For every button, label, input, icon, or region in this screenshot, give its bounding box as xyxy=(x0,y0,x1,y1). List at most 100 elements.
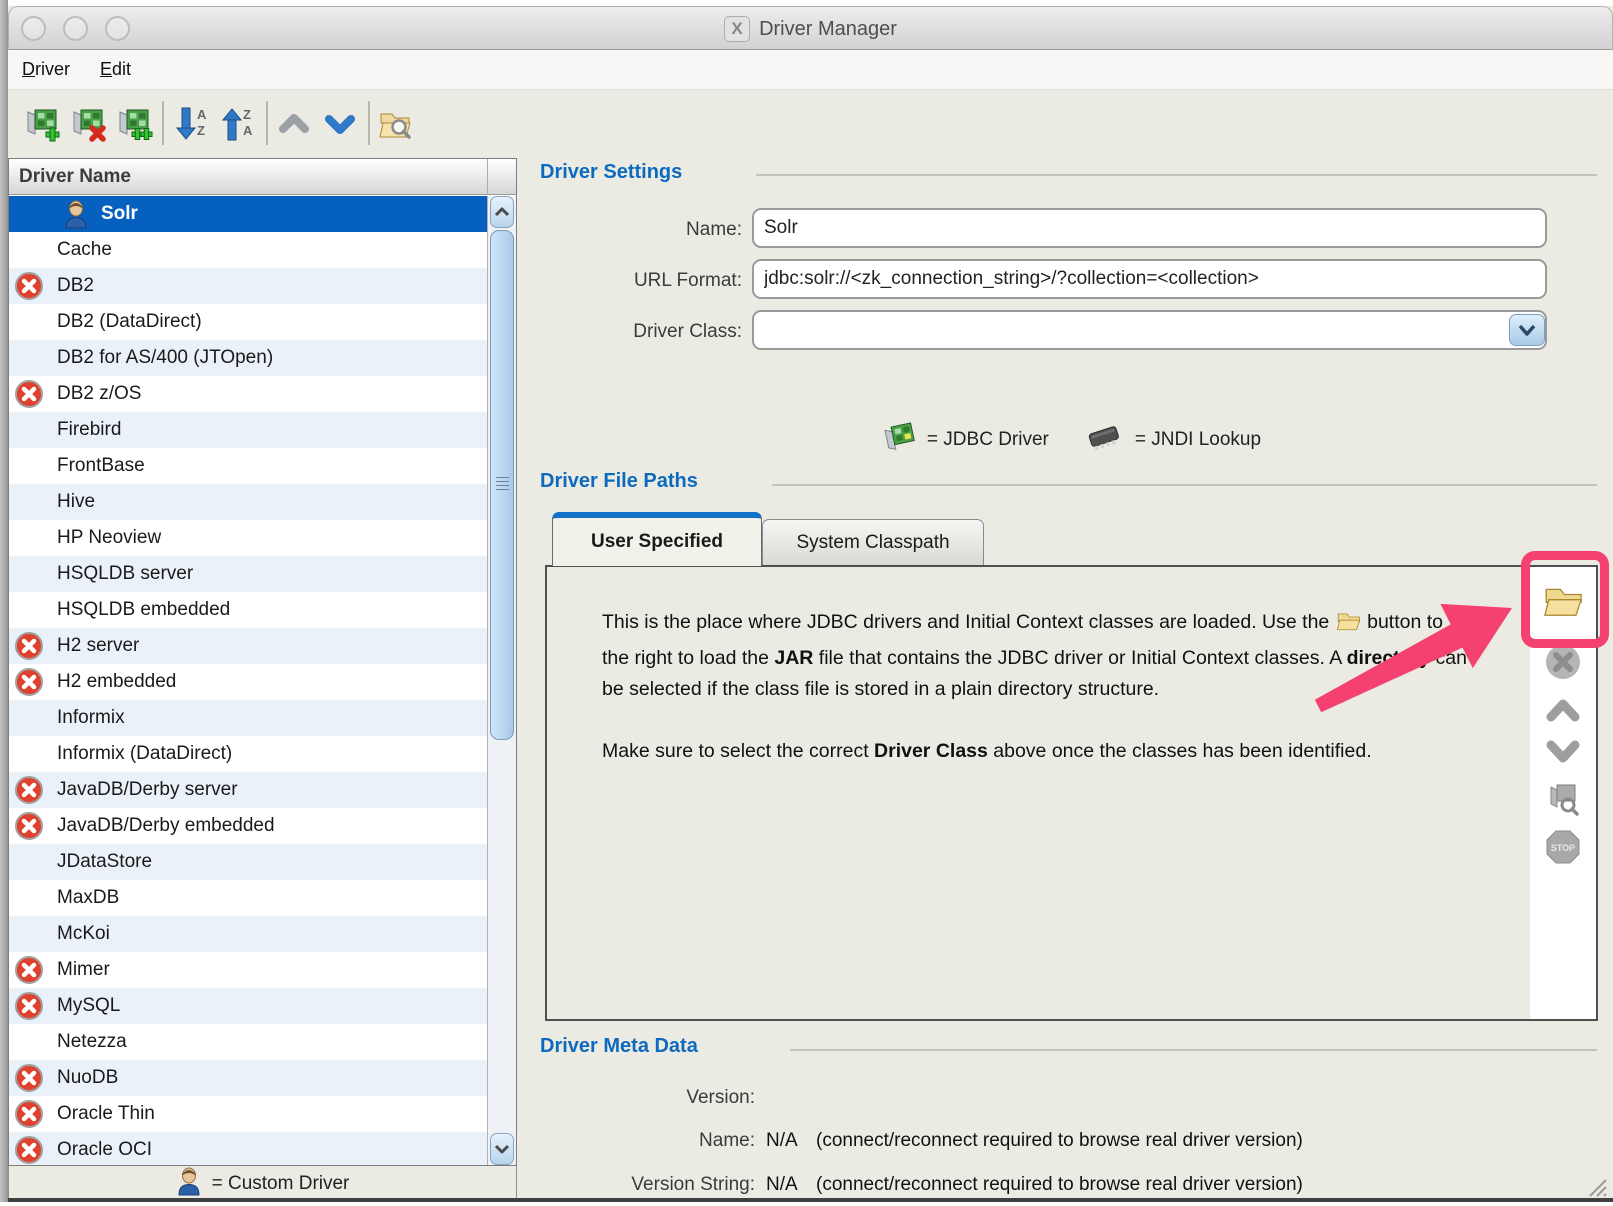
app-window-icon: X xyxy=(724,16,750,42)
driver-name-label: Informix (DataDirect) xyxy=(57,743,232,765)
chevron-down-icon xyxy=(494,1144,510,1154)
menu-edit[interactable]: Edit xyxy=(100,59,131,80)
custom-driver-icon xyxy=(176,1166,202,1202)
copy-driver-button[interactable] xyxy=(114,102,154,146)
url-format-input[interactable] xyxy=(752,259,1547,299)
list-item[interactable]: Firebird xyxy=(9,412,487,448)
driver-class-combo[interactable] xyxy=(752,310,1547,350)
list-item[interactable]: Netezza xyxy=(9,1024,487,1060)
sort-ascending-icon: A Z xyxy=(172,104,212,144)
driver-list-scrollbar[interactable] xyxy=(487,196,516,1165)
list-item[interactable]: JDataStore xyxy=(9,844,487,880)
driver-name-label: MySQL xyxy=(57,995,120,1017)
scroll-down-button[interactable] xyxy=(490,1133,514,1165)
driver-name-label: Hive xyxy=(57,491,95,513)
window-resize-grip[interactable] xyxy=(1584,1174,1608,1198)
scrollbar-header-corner xyxy=(487,159,516,195)
list-item[interactable]: HSQLDB embedded xyxy=(9,592,487,628)
driver-class-dropdown-button[interactable] xyxy=(1509,314,1545,346)
svg-text:Z: Z xyxy=(197,123,205,138)
list-item[interactable]: Informix xyxy=(9,700,487,736)
find-driver-button[interactable] xyxy=(376,102,416,146)
jndi-lookup-icon xyxy=(1083,423,1125,457)
error-icon xyxy=(14,1135,44,1165)
move-path-down-button[interactable] xyxy=(1541,731,1585,775)
desktop-background xyxy=(0,1202,1613,1206)
title-bar[interactable]: X Driver Manager xyxy=(8,6,1613,50)
list-item[interactable]: Oracle OCI xyxy=(9,1132,487,1165)
driver-manager-window: X Driver Manager Driver Edit xyxy=(0,0,1613,1206)
driver-name-label: JavaDB/Derby server xyxy=(57,779,238,801)
list-item[interactable]: MaxDB xyxy=(9,880,487,916)
sort-descending-button[interactable]: Z A xyxy=(218,102,258,146)
driver-settings-title: Driver Settings xyxy=(540,161,682,184)
meta-name-note: (connect/reconnect required to browse re… xyxy=(816,1130,1303,1152)
list-item[interactable]: H2 embedded xyxy=(9,664,487,700)
tab-system-classpath[interactable]: System Classpath xyxy=(762,519,984,566)
driver-meta-data-title: Driver Meta Data xyxy=(540,1035,698,1058)
driver-list: SolrCache DB2 DB2 (DataDirect)DB2 for AS/4… xyxy=(9,196,487,1165)
create-driver-button[interactable] xyxy=(22,102,62,146)
driver-icon-legend: = JDBC Driver = JNDI Lookup xyxy=(545,418,1597,462)
list-item[interactable]: FrontBase xyxy=(9,448,487,484)
move-up-button[interactable] xyxy=(274,102,314,146)
stop-scan-button[interactable]: STOP xyxy=(1541,825,1585,869)
find-driver-icon xyxy=(376,104,416,144)
jdbc-driver-icon xyxy=(881,418,917,462)
screen-edge-strip xyxy=(0,0,8,1206)
list-item[interactable]: DB2 (DataDirect) xyxy=(9,304,487,340)
list-item[interactable]: DB2 z/OS xyxy=(9,376,487,412)
remove-driver-button[interactable] xyxy=(68,102,108,146)
row-icon-slot xyxy=(9,1135,49,1165)
error-icon xyxy=(14,991,44,1021)
scroll-up-button[interactable] xyxy=(490,196,514,228)
list-item[interactable]: JavaDB/Derby server xyxy=(9,772,487,808)
list-item[interactable]: DB2 for AS/400 (JTOpen) xyxy=(9,340,487,376)
menu-driver[interactable]: Driver xyxy=(22,59,70,80)
list-item[interactable]: JavaDB/Derby embedded xyxy=(9,808,487,844)
driver-name-label: H2 embedded xyxy=(57,671,176,693)
driver-class-label: Driver Class: xyxy=(530,321,742,343)
error-icon xyxy=(14,1099,44,1129)
row-icon-slot xyxy=(9,1063,49,1093)
driver-name-input[interactable] xyxy=(752,208,1547,248)
list-item[interactable]: Mimer xyxy=(9,952,487,988)
annotation-highlight-box xyxy=(1521,551,1609,648)
svg-text:A: A xyxy=(243,123,253,138)
row-icon-slot xyxy=(9,811,49,841)
list-item[interactable]: Hive xyxy=(9,484,487,520)
driver-name-label: FrontBase xyxy=(57,455,145,477)
error-icon xyxy=(14,955,44,985)
meta-name-value: N/A xyxy=(766,1130,798,1152)
error-icon xyxy=(14,775,44,805)
custom-driver-icon xyxy=(63,199,89,229)
driver-name-label: Firebird xyxy=(57,419,121,441)
list-item[interactable]: Oracle Thin xyxy=(9,1096,487,1132)
sort-ascending-button[interactable]: A Z xyxy=(172,102,212,146)
list-item[interactable]: Cache xyxy=(9,232,487,268)
list-item[interactable]: McKoi xyxy=(9,916,487,952)
list-item[interactable]: HSQLDB server xyxy=(9,556,487,592)
find-driver-class-button[interactable] xyxy=(1541,777,1585,821)
version-string-note: (connect/reconnect required to browse re… xyxy=(816,1174,1303,1196)
row-icon-slot xyxy=(9,379,49,409)
move-down-button[interactable] xyxy=(320,102,360,146)
list-item[interactable]: HP Neoview xyxy=(9,520,487,556)
scrollbar-thumb[interactable] xyxy=(490,230,514,740)
move-path-up-button[interactable] xyxy=(1541,687,1585,731)
toolbar: A Z Z A xyxy=(8,90,1613,158)
list-item[interactable]: Solr xyxy=(9,196,487,232)
row-icon-slot xyxy=(9,991,49,1021)
list-item[interactable]: Informix (DataDirect) xyxy=(9,736,487,772)
driver-name-label: DB2 z/OS xyxy=(57,383,141,405)
driver-list-column-header[interactable]: Driver Name xyxy=(9,159,516,195)
error-icon xyxy=(14,631,44,661)
list-item[interactable]: DB2 xyxy=(9,268,487,304)
tab-user-specified[interactable]: User Specified xyxy=(552,512,762,566)
list-item[interactable]: H2 server xyxy=(9,628,487,664)
list-item[interactable]: MySQL xyxy=(9,988,487,1024)
list-item[interactable]: NuoDB xyxy=(9,1060,487,1096)
driver-name-label: DB2 xyxy=(57,275,94,297)
window-title: Driver Manager xyxy=(759,18,897,41)
thumb-grip xyxy=(496,477,509,493)
